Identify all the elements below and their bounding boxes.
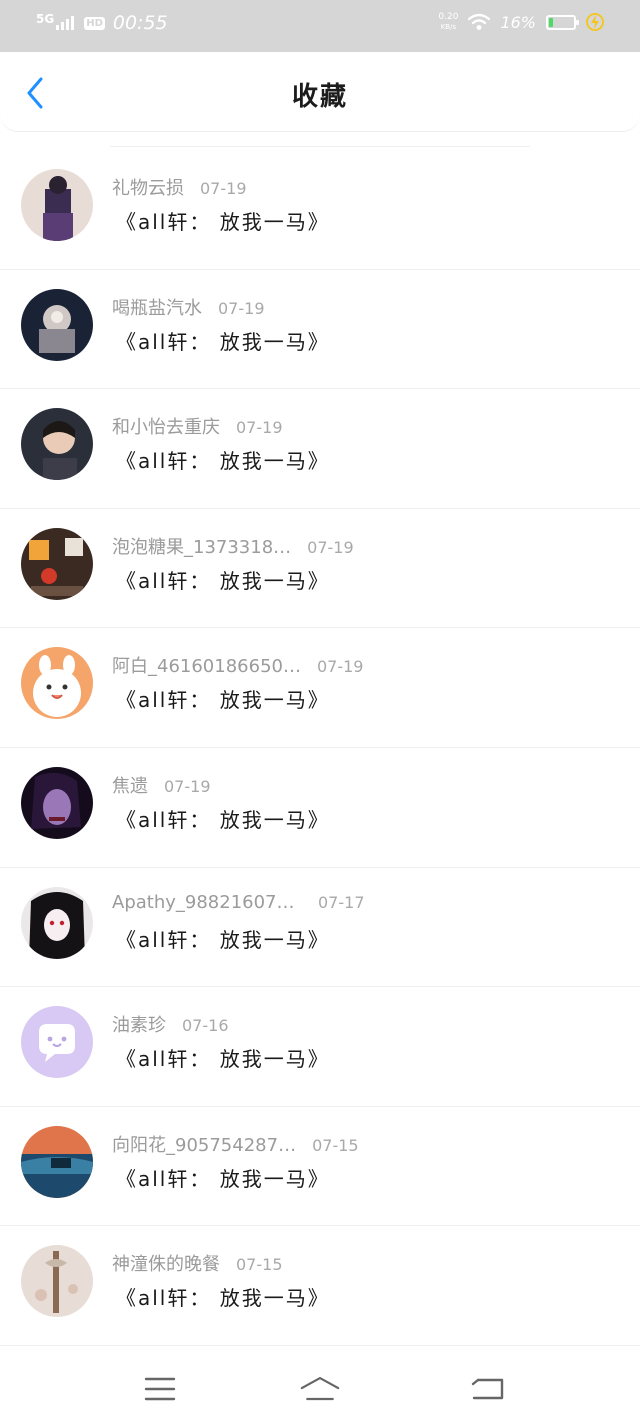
item-date: 07-19 bbox=[164, 776, 211, 796]
list-item[interactable]: 礼物云损 07-19 《all轩： 放我一马》 bbox=[0, 150, 640, 270]
avatar[interactable] bbox=[21, 766, 93, 839]
user-name[interactable]: 泡泡糖果_1373318… bbox=[112, 533, 291, 559]
network-speed-value: 0.20 bbox=[438, 12, 459, 22]
status-bar: 5G HD 00:55 0.20 KB/s 16% bbox=[0, 0, 640, 52]
list-item[interactable]: 喝瓶盐汽水 07-19 《all轩： 放我一马》 bbox=[0, 270, 640, 390]
item-title[interactable]: 《all轩： 放我一马》 bbox=[116, 1282, 330, 1311]
network-type: 5G bbox=[36, 12, 55, 26]
return-icon bbox=[471, 1378, 504, 1400]
status-right: 0.20 KB/s 16% bbox=[438, 12, 604, 32]
item-meta: 泡泡糖果_1373318… 07-19 bbox=[112, 533, 354, 559]
item-title[interactable]: 《all轩： 放我一马》 bbox=[116, 1163, 330, 1192]
user-name[interactable]: 向阳花_905754287… bbox=[112, 1131, 296, 1157]
item-title[interactable]: 《all轩： 放我一马》 bbox=[116, 804, 330, 833]
item-date: 07-19 bbox=[200, 179, 247, 198]
item-title[interactable]: 《all轩： 放我一马》 bbox=[116, 684, 330, 713]
home-icon bbox=[300, 1377, 340, 1401]
wifi-icon bbox=[468, 13, 491, 30]
network-speed-unit: KB/s bbox=[440, 23, 457, 31]
item-date: 07-19 bbox=[307, 537, 354, 557]
item-title[interactable]: 《all轩： 放我一马》 bbox=[116, 1043, 330, 1072]
menu-button[interactable] bbox=[140, 1372, 180, 1406]
item-meta: Apathy_9882160708… 07-17 bbox=[112, 892, 365, 913]
item-title[interactable]: 《all轩： 放我一马》 bbox=[116, 924, 330, 953]
list-item[interactable]: 向阳花_905754287… 07-15 《all轩： 放我一马》 bbox=[0, 1107, 640, 1227]
battery-level bbox=[549, 17, 554, 27]
item-date: 07-17 bbox=[318, 892, 365, 912]
clock: 00:55 bbox=[112, 12, 168, 34]
item-meta: 油素珍 07-16 bbox=[112, 1011, 229, 1037]
menu-icon bbox=[144, 1377, 176, 1401]
user-name[interactable]: 和小怡去重庆 bbox=[112, 413, 220, 439]
item-title[interactable]: 《all轩： 放我一马》 bbox=[116, 565, 330, 594]
list-item[interactable]: 泡泡糖果_1373318… 07-19 《all轩： 放我一马》 bbox=[0, 509, 640, 629]
avatar[interactable] bbox=[21, 1245, 93, 1318]
item-date: 07-19 bbox=[236, 418, 283, 438]
avatar[interactable] bbox=[21, 408, 93, 481]
avatar[interactable] bbox=[21, 1125, 93, 1198]
item-date: 07-15 bbox=[236, 1255, 283, 1275]
avatar[interactable] bbox=[21, 647, 93, 720]
user-name[interactable]: 焦遗 bbox=[112, 772, 148, 798]
item-date: 07-16 bbox=[182, 1016, 229, 1036]
user-name[interactable]: 油素珍 bbox=[112, 1011, 166, 1037]
network-speed: 0.20 KB/s bbox=[438, 12, 458, 32]
page-title: 收藏 bbox=[291, 82, 348, 112]
system-navigation-bar bbox=[0, 1350, 640, 1427]
item-date: 07-19 bbox=[316, 657, 364, 677]
avatar[interactable] bbox=[21, 886, 93, 959]
list-item[interactable]: 阿白_46160186650… 07-19 《all轩： 放我一马》 bbox=[0, 628, 640, 748]
battery-percent: 16% bbox=[500, 12, 536, 32]
nav-bar: 收藏 bbox=[0, 52, 640, 132]
home-button[interactable] bbox=[300, 1372, 340, 1406]
item-date: 07-19 bbox=[218, 298, 265, 318]
avatar[interactable] bbox=[21, 288, 93, 361]
charging-icon bbox=[586, 13, 604, 31]
avatar[interactable] bbox=[21, 527, 93, 600]
list-item[interactable]: 神潼侏的晚餐 07-15 《all轩： 放我一马》 bbox=[0, 1226, 640, 1346]
list-item[interactable]: 油素珍 07-16 《all轩： 放我一马》 bbox=[0, 987, 640, 1107]
item-meta: 向阳花_905754287… 07-15 bbox=[112, 1131, 359, 1157]
list-item[interactable]: Apathy_9882160708… 07-17 《all轩： 放我一马》 bbox=[0, 868, 640, 988]
status-left: 5G HD 00:55 bbox=[36, 12, 168, 34]
user-name[interactable]: 阿白_46160186650… bbox=[112, 652, 301, 678]
item-meta: 阿白_46160186650… 07-19 bbox=[112, 652, 363, 678]
item-date: 07-15 bbox=[312, 1135, 359, 1155]
list-item[interactable]: 和小怡去重庆 07-19 《all轩： 放我一马》 bbox=[0, 389, 640, 509]
avatar[interactable] bbox=[21, 169, 93, 241]
user-name[interactable]: 神潼侏的晚餐 bbox=[112, 1250, 220, 1276]
item-meta: 神潼侏的晚餐 07-15 bbox=[112, 1250, 283, 1276]
user-name[interactable]: 喝瓶盐汽水 bbox=[112, 294, 202, 320]
favorites-list: 礼物云损 07-19 《all轩： 放我一马》 喝瓶盐汽水 07-19 《all轩：… bbox=[0, 150, 640, 1346]
item-meta: 焦遗 07-19 bbox=[112, 772, 211, 798]
item-title[interactable]: 《all轩： 放我一马》 bbox=[116, 206, 330, 235]
item-title[interactable]: 《all轩： 放我一马》 bbox=[116, 326, 330, 355]
item-meta: 喝瓶盐汽水 07-19 bbox=[112, 294, 265, 320]
battery-icon bbox=[546, 14, 579, 30]
user-name[interactable]: 礼物云损 bbox=[112, 174, 184, 200]
list-item[interactable]: 焦遗 07-19 《all轩： 放我一马》 bbox=[0, 748, 640, 868]
user-name[interactable]: Apathy_9882160708… bbox=[112, 892, 302, 913]
item-title[interactable]: 《all轩： 放我一马》 bbox=[116, 445, 330, 474]
hd-badge: HD bbox=[84, 16, 105, 30]
item-meta: 礼物云损 07-19 bbox=[112, 174, 247, 200]
item-meta: 和小怡去重庆 07-19 bbox=[112, 413, 283, 439]
signal-icon bbox=[56, 16, 75, 30]
divider bbox=[110, 146, 530, 147]
avatar[interactable] bbox=[21, 1006, 93, 1079]
return-button[interactable] bbox=[466, 1372, 506, 1406]
